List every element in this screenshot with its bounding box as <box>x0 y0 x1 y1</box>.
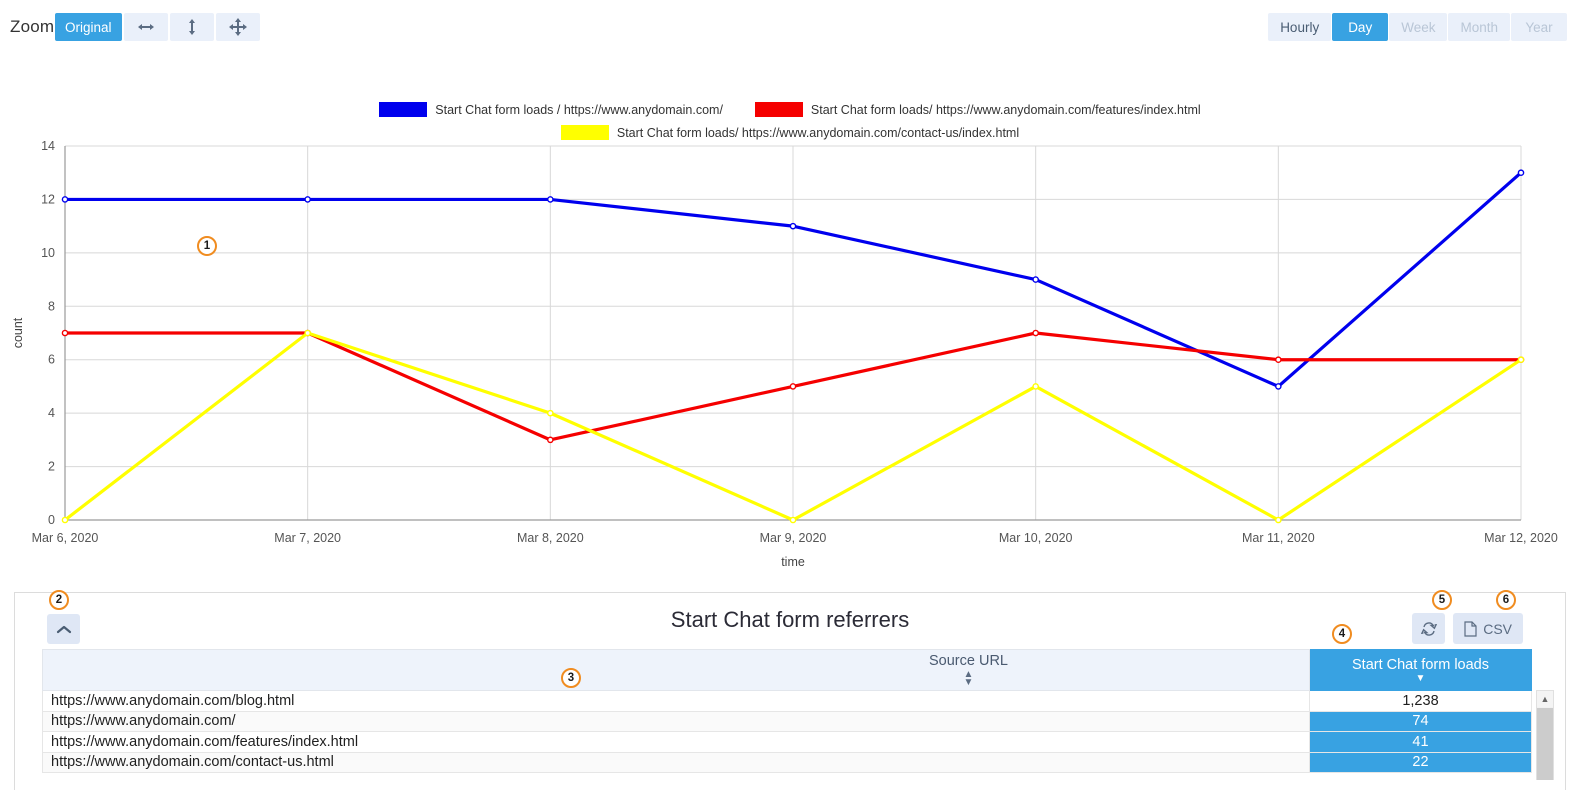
column-label-form-loads: Start Chat form loads <box>1352 657 1489 673</box>
scroll-up-arrow-icon[interactable]: ▲ <box>1537 691 1553 707</box>
y-axis-tick-label: 8 <box>48 299 55 313</box>
annotation-badge-2: 2 <box>49 590 69 610</box>
cell-source-url: https://www.anydomain.com/features/index… <box>42 731 1310 753</box>
zoom-vertical-button[interactable] <box>169 13 214 41</box>
referrers-table-container: Source URL ▲ ▼ Start Chat form loads ▼ ht <box>42 649 1554 780</box>
column-header-form-loads[interactable]: Start Chat form loads ▼ <box>1309 649 1532 691</box>
annotation-badge-1: 1 <box>197 236 217 256</box>
x-axis-tick-label: Mar 9, 2020 <box>760 531 827 545</box>
x-axis-tick-label: Mar 10, 2020 <box>999 531 1073 545</box>
annotation-badge-4: 4 <box>1332 624 1352 644</box>
data-point[interactable] <box>1275 356 1282 364</box>
zoom-horizontal-button[interactable] <box>123 13 168 41</box>
app-root: Zoom Original Hourly Day Week Month Year… <box>0 0 1580 790</box>
table-row[interactable]: https://www.anydomain.com/features/index… <box>42 731 1532 753</box>
data-point[interactable] <box>547 409 554 417</box>
y-axis-tick-label: 14 <box>41 139 55 153</box>
cell-source-url: https://www.anydomain.com/contact-us.htm… <box>42 751 1310 773</box>
panel-header: Start Chat form referrers CSV <box>15 593 1565 649</box>
y-axis-tick-label: 0 <box>48 513 55 527</box>
y-axis-title: count <box>11 317 25 348</box>
data-point[interactable] <box>1517 169 1525 177</box>
table-row[interactable]: https://www.anydomain.com/contact-us.htm… <box>42 751 1532 773</box>
cell-source-url: https://www.anydomain.com/ <box>42 710 1310 732</box>
csv-export-button[interactable]: CSV <box>1453 613 1523 644</box>
x-axis-title: time <box>781 555 805 569</box>
zoom-button-group: Original <box>55 13 262 41</box>
y-axis-tick-label: 6 <box>48 353 55 367</box>
data-point[interactable] <box>1275 516 1282 524</box>
zoom-pan-button[interactable] <box>215 13 260 41</box>
period-year-button[interactable]: Year <box>1511 13 1567 41</box>
data-point[interactable] <box>789 383 797 390</box>
column-header-source-url[interactable]: Source URL ▲ ▼ <box>42 649 1310 691</box>
zoom-label: Zoom <box>10 17 55 36</box>
zoom-original-button[interactable]: Original <box>55 13 122 41</box>
y-axis-tick-label: 4 <box>48 406 55 420</box>
referrers-table: Source URL ▲ ▼ Start Chat form loads ▼ ht <box>42 649 1532 773</box>
table-row[interactable]: https://www.anydomain.com/blog.html 1,238 <box>42 690 1532 712</box>
arrows-horizontal-icon <box>137 24 154 30</box>
period-day-button[interactable]: Day <box>1332 13 1389 41</box>
annotation-badge-5: 5 <box>1432 590 1452 610</box>
refresh-button[interactable] <box>1412 613 1446 644</box>
annotation-badge-6: 6 <box>1496 590 1516 610</box>
chart-toolbar: Zoom Original Hourly Day Week Month Year <box>0 0 1580 55</box>
x-axis-tick-label: Mar 8, 2020 <box>517 531 584 545</box>
data-point[interactable] <box>1032 383 1039 390</box>
line-chart-svg[interactable]: 0 2 4 6 8 10 12 14 Mar 6, 2020 Mar 7, 2020 Mar 8, … <box>0 60 1580 580</box>
csv-label: CSV <box>1483 620 1512 637</box>
data-point[interactable] <box>547 196 554 203</box>
panel-actions: CSV <box>1404 613 1523 644</box>
period-month-button[interactable]: Month <box>1448 13 1510 41</box>
y-axis-tick-label: 10 <box>41 246 55 260</box>
data-point[interactable] <box>1032 276 1039 283</box>
data-point[interactable] <box>304 329 311 337</box>
table-body: https://www.anydomain.com/blog.html 1,238… <box>42 690 1532 773</box>
data-point[interactable] <box>1517 356 1525 364</box>
x-axis-tick-label: Mar 7, 2020 <box>274 531 341 545</box>
annotation-badge-3: 3 <box>561 668 581 688</box>
x-axis-tick-label: Mar 12, 2020 <box>1484 531 1558 545</box>
chart-area: Start Chat form loads / https://www.anyd… <box>0 60 1580 580</box>
data-point[interactable] <box>547 436 554 444</box>
data-point[interactable] <box>1275 383 1282 390</box>
data-point[interactable] <box>61 329 69 337</box>
sort-arrows-icon: ▲ ▼ <box>963 669 974 688</box>
file-icon <box>1464 620 1477 637</box>
cell-form-loads: 41 <box>1309 731 1532 753</box>
data-point[interactable] <box>789 222 797 230</box>
data-point[interactable] <box>789 516 797 524</box>
table-vertical-scrollbar[interactable]: ▲ <box>1536 690 1554 780</box>
period-button-group: Hourly Day Week Month Year <box>1268 13 1568 41</box>
y-axis-tick-label: 2 <box>48 460 55 474</box>
arrows-move-icon <box>228 18 247 36</box>
sort-desc-icon: ▼ <box>1415 673 1426 684</box>
x-axis-tick-label: Mar 11, 2020 <box>1242 531 1315 545</box>
data-point[interactable] <box>304 196 311 203</box>
cell-form-loads: 74 <box>1309 710 1532 732</box>
data-point[interactable] <box>1032 329 1039 337</box>
refresh-icon <box>1420 621 1437 636</box>
arrows-vertical-icon <box>188 19 195 35</box>
period-week-button[interactable]: Week <box>1389 13 1448 41</box>
column-label-source-url: Source URL <box>929 653 1008 669</box>
cell-form-loads: 1,238 <box>1309 690 1532 712</box>
scroll-thumb[interactable] <box>1537 708 1553 780</box>
table-row[interactable]: https://www.anydomain.com/74 <box>42 710 1532 732</box>
y-axis-tick-label: 12 <box>41 192 55 206</box>
referrers-panel: Start Chat form referrers CSV Source URL… <box>14 592 1566 790</box>
data-point[interactable] <box>61 196 69 203</box>
data-point[interactable] <box>61 516 69 524</box>
x-axis-tick-label: Mar 6, 2020 <box>32 531 99 545</box>
table-header: Source URL ▲ ▼ Start Chat form loads ▼ <box>42 649 1532 691</box>
cell-source-url: https://www.anydomain.com/blog.html <box>42 690 1310 712</box>
cell-form-loads: 22 <box>1309 751 1532 773</box>
period-hourly-button[interactable]: Hourly <box>1268 13 1332 41</box>
